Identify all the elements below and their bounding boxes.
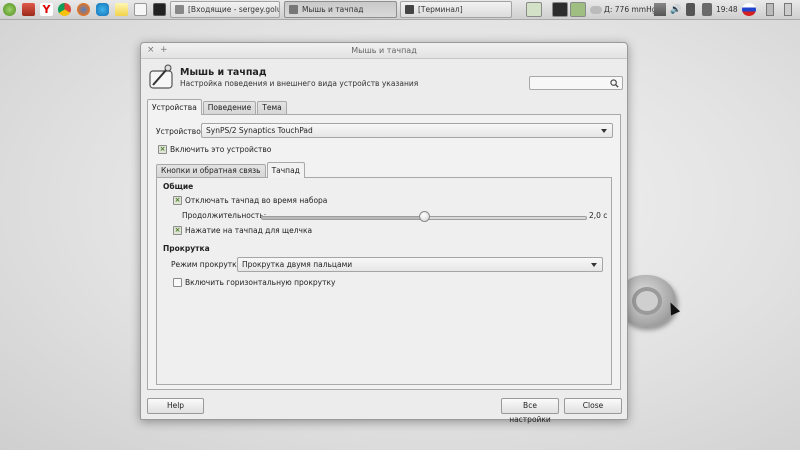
duration-label: Продолжительность: bbox=[182, 211, 267, 220]
chevron-down-icon bbox=[601, 129, 607, 133]
tab-behavior[interactable]: Поведение bbox=[202, 101, 257, 114]
tap-to-click-checkbox[interactable]: × bbox=[173, 226, 182, 235]
chrome-icon[interactable] bbox=[58, 3, 71, 16]
device-subtabs: Кнопки и обратная связь Тачпад bbox=[156, 162, 306, 178]
scroll-mode-label: Режим прокрутки: bbox=[171, 260, 245, 269]
header-title: Мышь и тачпад bbox=[180, 67, 267, 78]
header-section: Мышь и тачпад Настройка поведения и внеш… bbox=[141, 59, 627, 97]
duration-slider-handle[interactable] bbox=[419, 211, 430, 222]
search-icon bbox=[610, 79, 619, 88]
mouse-window-icon bbox=[289, 5, 298, 14]
skype-icon[interactable] bbox=[96, 3, 109, 16]
help-button[interactable]: Help bbox=[147, 398, 204, 414]
battery-icon[interactable] bbox=[702, 3, 712, 16]
scrolling-heading: Прокрутка bbox=[163, 244, 210, 253]
workspace-2[interactable] bbox=[552, 2, 568, 17]
window-title: Мышь и тачпад bbox=[351, 46, 417, 55]
mouse-touchpad-window: × + Мышь и тачпад Мышь и тачпад Настройк… bbox=[140, 42, 628, 424]
tab-devices[interactable]: Устройства bbox=[147, 99, 202, 115]
close-button[interactable]: Close bbox=[564, 398, 622, 414]
enable-device-checkbox[interactable]: × bbox=[158, 145, 167, 154]
show-desktop-icon[interactable] bbox=[22, 3, 35, 16]
touchpad-panel: Общие × Отключать тачпад во время набора… bbox=[156, 177, 612, 385]
workspace-3[interactable] bbox=[570, 2, 586, 17]
disable-while-typing-checkbox[interactable]: × bbox=[173, 196, 182, 205]
terminal-window-icon bbox=[405, 5, 414, 14]
devices-panel: Устройство: SynPS/2 Synaptics TouchPad ×… bbox=[147, 114, 621, 390]
search-input[interactable] bbox=[529, 76, 623, 90]
general-heading: Общие bbox=[163, 182, 194, 191]
menu-icon[interactable] bbox=[3, 3, 16, 16]
disable-while-typing-label[interactable]: Отключать тачпад во время набора bbox=[185, 196, 327, 205]
scroll-mode-select[interactable]: Прокрутка двумя пальцами bbox=[237, 257, 603, 272]
clock[interactable]: 19:48 bbox=[716, 3, 738, 16]
duration-slider-fill bbox=[262, 217, 424, 219]
task-mail[interactable]: [Входящие - sergey.golube... bbox=[170, 1, 280, 18]
notes-icon[interactable] bbox=[115, 3, 128, 16]
task-mouse-label: Мышь и тачпад bbox=[302, 5, 364, 14]
mouse-settings-icon bbox=[149, 64, 173, 89]
scroll-mode-value: Прокрутка двумя пальцами bbox=[242, 260, 353, 269]
chevron-down-icon bbox=[591, 263, 597, 267]
network-icon[interactable] bbox=[654, 3, 666, 16]
task-mail-label: [Входящие - sergey.golube... bbox=[188, 5, 279, 14]
terminal-icon[interactable] bbox=[153, 3, 166, 16]
weather-text: Д: 776 mmHg bbox=[604, 5, 657, 14]
horizontal-scroll-label[interactable]: Включить горизонтальную прокрутку bbox=[185, 278, 335, 287]
tab-touchpad[interactable]: Тачпад bbox=[266, 162, 305, 178]
top-panel: Y [Входящие - sergey.golube... Мышь и та… bbox=[0, 0, 800, 20]
device-select[interactable]: SynPS/2 Synaptics TouchPad bbox=[201, 123, 613, 138]
main-tabs: Устройства Поведение Тема bbox=[147, 99, 288, 115]
workspace-1[interactable] bbox=[526, 2, 542, 17]
bluetooth-icon[interactable] bbox=[686, 3, 695, 16]
task-mouse-touchpad[interactable]: Мышь и тачпад bbox=[284, 1, 397, 18]
task-terminal[interactable]: [Терминал] bbox=[400, 1, 512, 18]
text-editor-icon[interactable] bbox=[134, 3, 147, 16]
session-icon[interactable] bbox=[784, 3, 792, 16]
tap-to-click-label[interactable]: Нажатие на тачпад для щелчка bbox=[185, 226, 312, 235]
horizontal-scroll-checkbox[interactable] bbox=[173, 278, 182, 287]
device-label: Устройство: bbox=[156, 127, 204, 136]
firefox-icon[interactable] bbox=[77, 3, 90, 16]
task-terminal-label: [Терминал] bbox=[418, 5, 463, 14]
yandex-browser-icon[interactable]: Y bbox=[40, 3, 53, 16]
device-value: SynPS/2 Synaptics TouchPad bbox=[206, 126, 313, 135]
mail-window-icon bbox=[175, 5, 184, 14]
header-subtitle: Настройка поведения и внешнего вида устр… bbox=[180, 79, 419, 88]
volume-icon[interactable]: 🔊 bbox=[670, 3, 681, 16]
enable-device-label[interactable]: Включить это устройство bbox=[170, 145, 271, 154]
trash-icon[interactable] bbox=[766, 3, 774, 16]
duration-value: 2,0 с bbox=[589, 211, 608, 220]
all-settings-button[interactable]: Все настройки bbox=[501, 398, 559, 424]
tab-buttons-feedback[interactable]: Кнопки и обратная связь bbox=[156, 164, 266, 177]
window-titlebar[interactable]: × + Мышь и тачпад bbox=[141, 43, 627, 59]
language-flag-icon[interactable] bbox=[742, 3, 756, 16]
tab-theme[interactable]: Тема bbox=[257, 101, 287, 114]
cloud-icon bbox=[590, 5, 602, 14]
weather-widget[interactable]: Д: 776 mmHg bbox=[590, 3, 656, 16]
